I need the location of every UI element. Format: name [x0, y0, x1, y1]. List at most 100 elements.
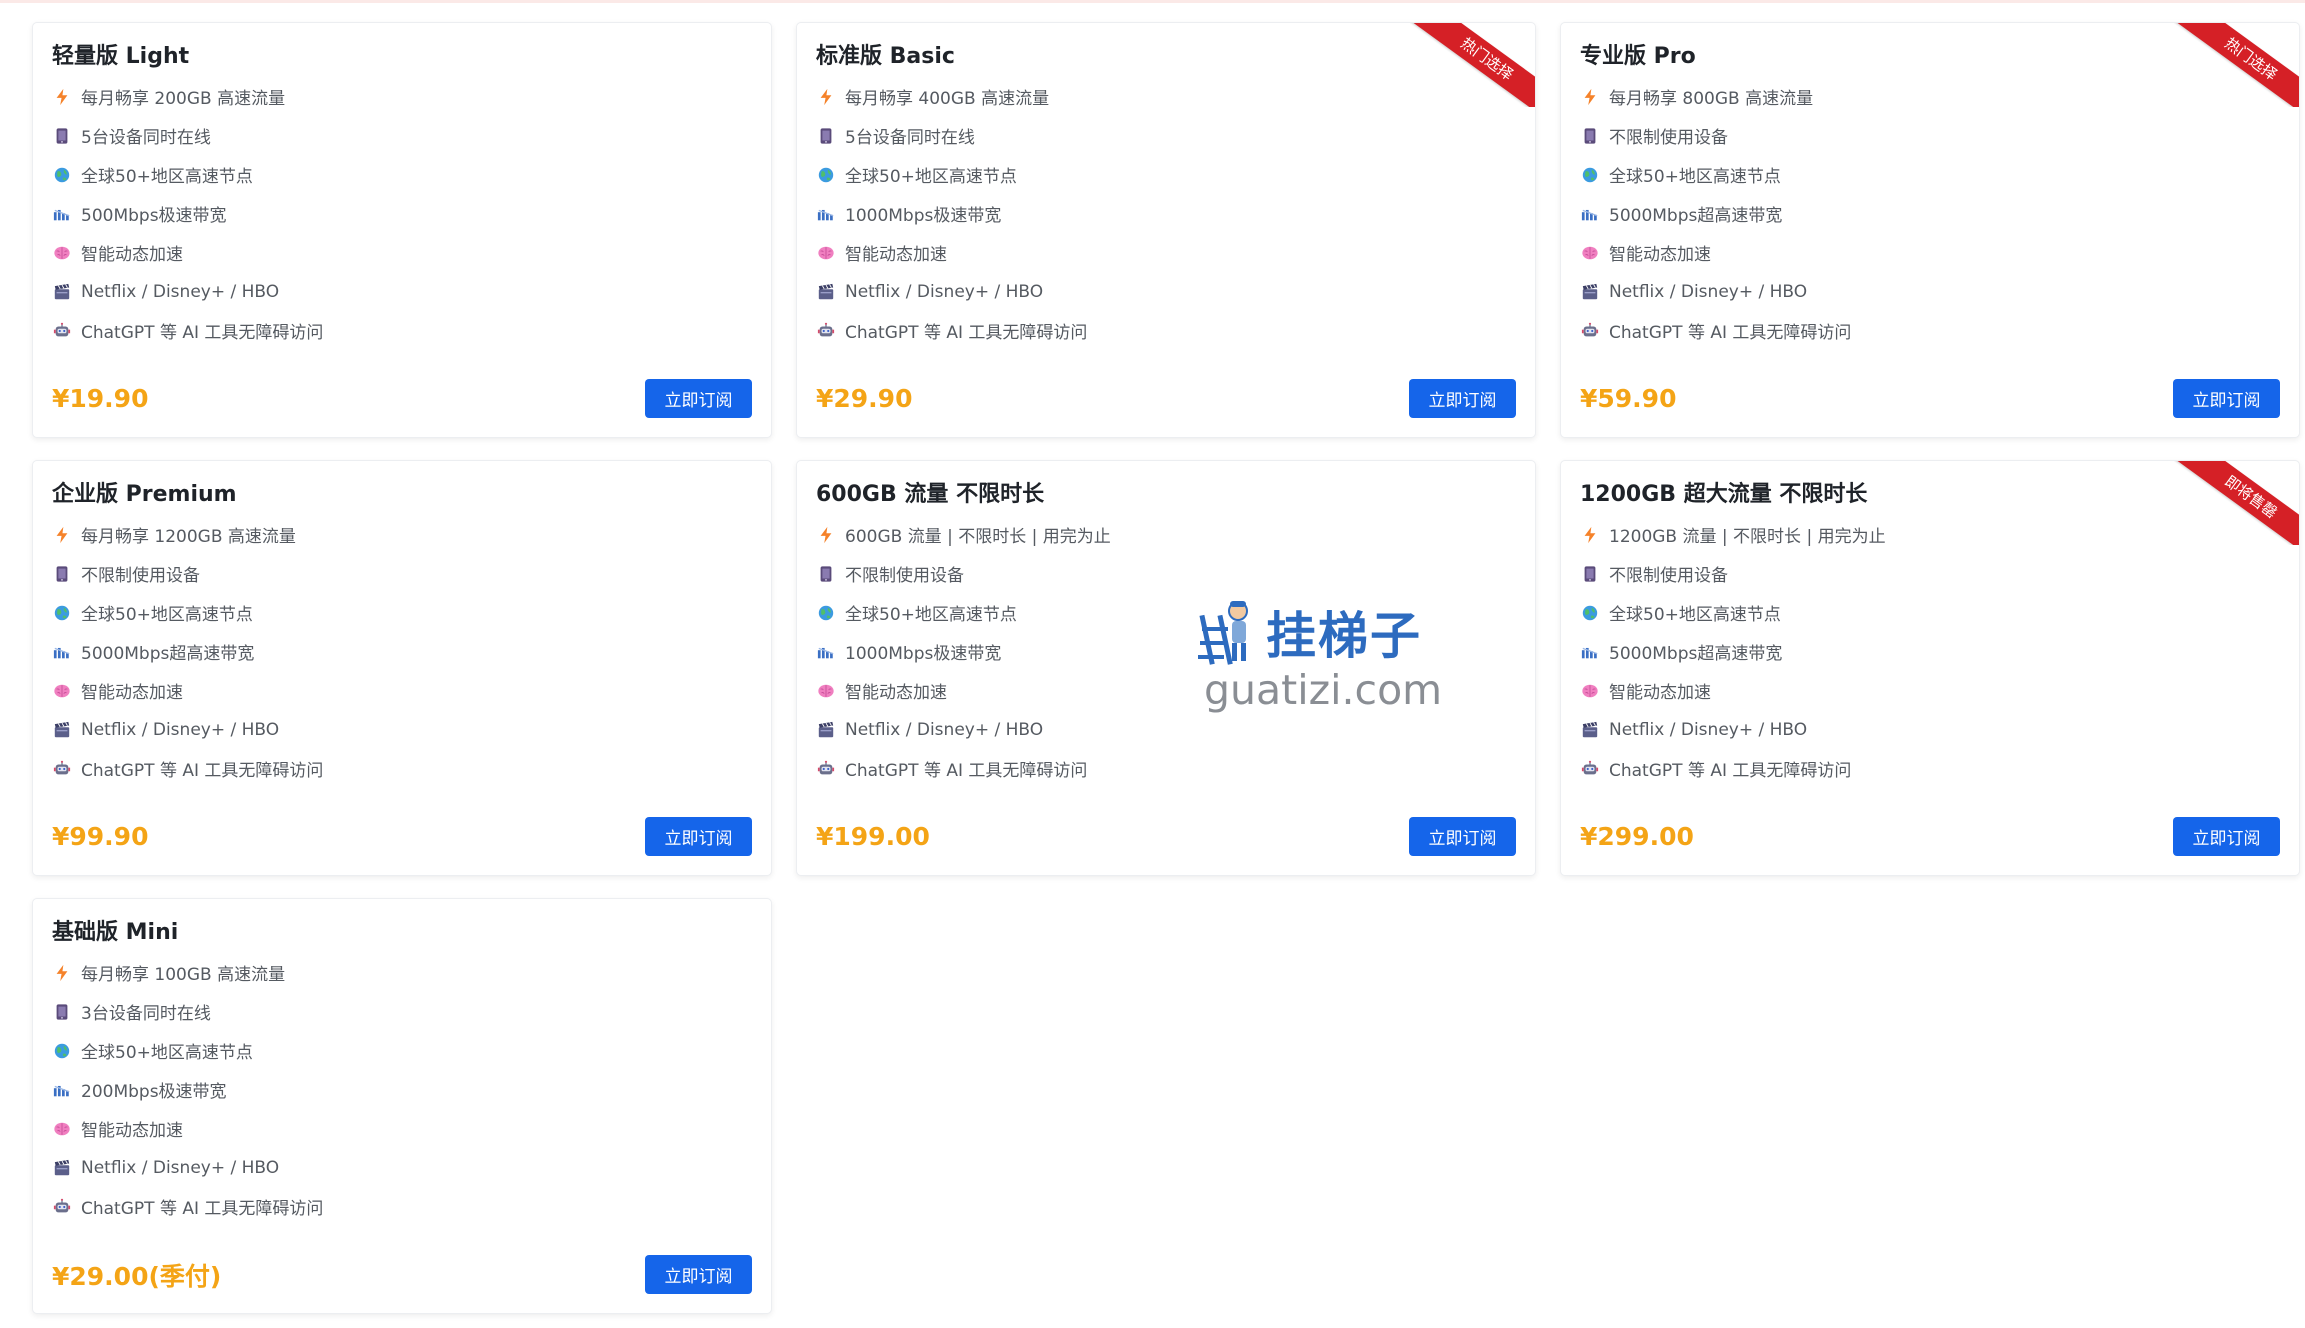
globe-icon	[52, 165, 72, 185]
plan-grid: 轻量版 Light 每月畅享 200GB 高速流量 5台设备同时在线 全球50+地区高…	[32, 22, 2300, 1314]
feature-item: ChatGPT 等 AI 工具无障碍访问	[1580, 749, 2280, 788]
feature-item: 不限制使用设备	[52, 554, 752, 593]
feature-item: 智能动态加速	[1580, 671, 2280, 710]
feature-item: 全球50+地区高速节点	[52, 155, 752, 194]
plan-footer: ¥19.90 立即订阅	[52, 379, 752, 418]
feature-item: 智能动态加速	[816, 233, 1516, 272]
feature-text: 不限制使用设备	[1609, 566, 1728, 586]
feature-text: Netflix / Disney+ / HBO	[1609, 281, 1808, 302]
feature-item: 全球50+地区高速节点	[52, 1031, 752, 1070]
feature-item: 每月畅享 800GB 高速流量	[1580, 77, 2280, 116]
speed-icon	[52, 204, 72, 224]
subscribe-button[interactable]: 立即订阅	[2173, 379, 2280, 418]
plan-footer: ¥29.90 立即订阅	[816, 379, 1516, 418]
feature-item: 每月畅享 200GB 高速流量	[52, 77, 752, 116]
plan-card: 基础版 Mini 每月畅享 100GB 高速流量 3台设备同时在线 全球50+地区高速…	[32, 898, 772, 1314]
feature-text: 智能动态加速	[81, 683, 183, 703]
feature-text: 每月畅享 200GB 高速流量	[81, 89, 286, 109]
robot-icon	[52, 759, 72, 779]
feature-text: 5000Mbps超高速带宽	[1609, 206, 1783, 226]
feature-text: ChatGPT 等 AI 工具无障碍访问	[845, 761, 1088, 781]
lightning-icon	[1580, 87, 1600, 107]
feature-item: 600GB 流量 | 不限时长 | 用完为止	[816, 515, 1516, 554]
subscribe-button[interactable]: 立即订阅	[645, 1255, 752, 1294]
subscribe-button[interactable]: 立即订阅	[645, 817, 752, 856]
plan-title: 600GB 流量 不限时长	[816, 482, 1045, 507]
feature-item: 智能动态加速	[52, 233, 752, 272]
feature-text: ChatGPT 等 AI 工具无障碍访问	[1609, 323, 1852, 343]
feature-item: 3台设备同时在线	[52, 992, 752, 1031]
plan-footer: ¥59.90 立即订阅	[1580, 379, 2280, 418]
brain-icon	[1580, 243, 1600, 263]
feature-text: 5000Mbps超高速带宽	[81, 644, 255, 664]
speed-icon	[816, 204, 836, 224]
feature-list: 每月畅享 400GB 高速流量 5台设备同时在线 全球50+地区高速节点 1000Mb…	[816, 77, 1516, 350]
feature-item: Netflix / Disney+ / HBO	[52, 272, 752, 311]
plan-price: ¥199.00	[816, 822, 930, 851]
plan-footer: ¥99.90 立即订阅	[52, 817, 752, 856]
subscribe-button[interactable]: 立即订阅	[1409, 379, 1516, 418]
robot-icon	[1580, 321, 1600, 341]
feature-item: ChatGPT 等 AI 工具无障碍访问	[52, 311, 752, 350]
subscribe-button[interactable]: 立即订阅	[645, 379, 752, 418]
feature-text: 5台设备同时在线	[845, 128, 975, 148]
feature-text: 每月畅享 100GB 高速流量	[81, 965, 286, 985]
feature-text: 智能动态加速	[1609, 245, 1711, 265]
plan-price: ¥59.90	[1580, 384, 1677, 413]
clapper-icon	[52, 1158, 72, 1178]
feature-text: 全球50+地区高速节点	[845, 605, 1017, 625]
globe-icon	[1580, 603, 1600, 623]
globe-icon	[52, 603, 72, 623]
brain-icon	[816, 243, 836, 263]
brain-icon	[1580, 681, 1600, 701]
feature-item: Netflix / Disney+ / HBO	[52, 1148, 752, 1187]
feature-list: 每月畅享 200GB 高速流量 5台设备同时在线 全球50+地区高速节点 500Mbp…	[52, 77, 752, 350]
feature-list: 每月畅享 100GB 高速流量 3台设备同时在线全球50+地区高速节点 200Mbp…	[52, 953, 752, 1226]
feature-text: 不限制使用设备	[1609, 128, 1728, 148]
device-icon	[52, 126, 72, 146]
feature-text: 3台设备同时在线	[81, 1004, 211, 1024]
feature-item: ChatGPT 等 AI 工具无障碍访问	[52, 749, 752, 788]
speed-icon	[1580, 642, 1600, 662]
feature-text: 智能动态加速	[845, 683, 947, 703]
feature-text: 600GB 流量 | 不限时长 | 用完为止	[845, 527, 1111, 547]
plan-card: 600GB 流量 不限时长 600GB 流量 | 不限时长 | 用完为止不限制使用…	[796, 460, 1536, 876]
feature-item: 每月畅享 100GB 高速流量	[52, 953, 752, 992]
feature-text: Netflix / Disney+ / HBO	[845, 719, 1044, 740]
feature-item: 每月畅享 400GB 高速流量	[816, 77, 1516, 116]
plan-card: 轻量版 Light 每月畅享 200GB 高速流量 5台设备同时在线 全球50+地区高…	[32, 22, 772, 438]
feature-item: 5台设备同时在线	[816, 116, 1516, 155]
feature-text: 1200GB 流量 | 不限时长 | 用完为止	[1609, 527, 1886, 547]
speed-icon	[816, 642, 836, 662]
device-icon	[816, 126, 836, 146]
feature-item: 全球50+地区高速节点	[52, 593, 752, 632]
feature-text: 1000Mbps极速带宽	[845, 644, 1002, 664]
device-icon	[1580, 126, 1600, 146]
lightning-icon	[52, 87, 72, 107]
feature-item: 智能动态加速	[1580, 233, 2280, 272]
feature-item: Netflix / Disney+ / HBO	[816, 710, 1516, 749]
feature-text: 智能动态加速	[1609, 683, 1711, 703]
feature-text: Netflix / Disney+ / HBO	[81, 1157, 280, 1178]
plan-card: 标准版 Basic 每月畅享 400GB 高速流量 5台设备同时在线 全球50+地区高…	[796, 22, 1536, 438]
clapper-icon	[52, 720, 72, 740]
top-accent-line	[0, 0, 2305, 3]
feature-text: 200Mbps极速带宽	[81, 1082, 227, 1102]
robot-icon	[816, 321, 836, 341]
feature-text: Netflix / Disney+ / HBO	[81, 281, 280, 302]
feature-text: 全球50+地区高速节点	[81, 167, 253, 187]
feature-text: 5000Mbps超高速带宽	[1609, 644, 1783, 664]
plan-card: 1200GB 超大流量 不限时长 1200GB 流量 | 不限时长 | 用完为止不…	[1560, 460, 2300, 876]
feature-text: 每月畅享 1200GB 高速流量	[81, 527, 296, 547]
subscribe-button[interactable]: 立即订阅	[2173, 817, 2280, 856]
speed-icon	[52, 642, 72, 662]
clapper-icon	[52, 282, 72, 302]
plan-title: 标准版 Basic	[816, 44, 955, 69]
plan-price: ¥99.90	[52, 822, 149, 851]
feature-item: 5台设备同时在线	[52, 116, 752, 155]
subscribe-button[interactable]: 立即订阅	[1409, 817, 1516, 856]
feature-text: ChatGPT 等 AI 工具无障碍访问	[845, 323, 1088, 343]
feature-item: 1200GB 流量 | 不限时长 | 用完为止	[1580, 515, 2280, 554]
robot-icon	[52, 1197, 72, 1217]
feature-item: 不限制使用设备	[816, 554, 1516, 593]
